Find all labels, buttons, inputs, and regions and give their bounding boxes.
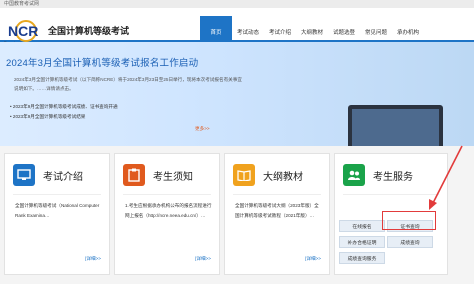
divider	[233, 194, 321, 195]
card-body: 全国计算机等级考试（National Computer Rank Examina…	[15, 203, 100, 218]
hero-news-item[interactable]: • 2023年9月全国计算机等级考试结果	[10, 112, 118, 122]
card-candidate-notice: 考生须知 1.考生应根据承办机构公布的报名流程进行网上报名（http://ncr…	[114, 153, 220, 275]
details-link[interactable]: [详细>>	[305, 256, 321, 262]
svg-text:NCR: NCR	[8, 23, 38, 39]
online-registration-button[interactable]: 在线报名	[339, 220, 385, 232]
monitor-icon	[13, 164, 35, 186]
clipboard-icon	[123, 164, 145, 186]
people-icon	[343, 164, 365, 186]
book-icon	[233, 164, 255, 186]
divider	[123, 194, 211, 195]
card-body: 全国计算机等级考试大纲（2023年版）全国计算机等级考试教程（2021年版）…	[235, 203, 319, 218]
site-header: NCR Examination 全国计算机等级考试 首页 考试动态 考试介绍 大…	[0, 8, 474, 48]
hero-banner: 2024年3月全国计算机等级考试报名工作启动 2024年3月全国计算机等级考试（…	[0, 42, 474, 146]
card-body: 1.考生应根据承办机构公布的报名流程进行网上报名（http://ncre.nee…	[125, 203, 212, 218]
laptop-hands-image	[348, 105, 443, 146]
card-title: 考生服务	[373, 171, 413, 183]
hero-more-link[interactable]: 更多>>	[195, 126, 210, 132]
highlight-box	[382, 211, 436, 230]
details-link[interactable]: [详细>>	[195, 256, 211, 262]
divider	[343, 194, 439, 195]
hero-title[interactable]: 2024年3月全国计算机等级考试报名工作启动	[6, 55, 198, 69]
details-link[interactable]: [详细>>	[85, 256, 101, 262]
score-query-button[interactable]: 成绩查询	[387, 236, 433, 248]
card-title: 考试介绍	[43, 171, 83, 183]
divider	[13, 194, 101, 195]
card-title: 大纲教材	[263, 171, 303, 183]
site-title: 全国计算机等级考试	[48, 26, 130, 36]
reissue-certificate-button[interactable]: 补办合格证明	[339, 236, 385, 248]
card-exam-intro: 考试介绍 全国计算机等级考试（National Computer Rank Ex…	[4, 153, 110, 275]
hero-news-item[interactable]: • 2023年9月全国计算机等级考试成绩、证书查询开通	[10, 102, 118, 112]
top-bar-text: 中国教育考试网	[4, 1, 40, 7]
hero-text: 2024年3月全国计算机等级考试（以下简称NCRE）将于2024年3月23日至2…	[14, 77, 242, 91]
card-title: 考生须知	[153, 171, 193, 183]
top-bar: 中国教育考试网	[0, 0, 474, 8]
card-syllabus-books: 大纲教材 全国计算机等级考试大纲（2023年版）全国计算机等级考试教程（2021…	[224, 153, 330, 275]
score-query-service-button[interactable]: 成绩查询服务	[339, 252, 385, 264]
hero-news-list: • 2023年9月全国计算机等级考试成绩、证书查询开通 • 2023年9月全国计…	[10, 102, 118, 122]
